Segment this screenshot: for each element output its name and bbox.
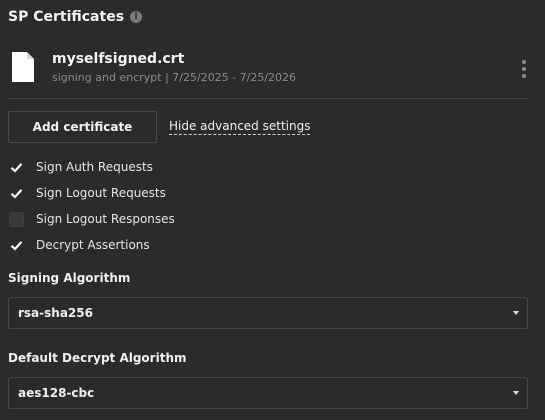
decrypt-algorithm-value: aes128-cbc — [18, 386, 95, 400]
checkbox-checked[interactable] — [9, 160, 24, 175]
checkbox-checked[interactable] — [9, 186, 24, 201]
chevron-down-icon — [513, 311, 519, 315]
option-label: Decrypt Assertions — [36, 238, 150, 252]
certificate-row: myselfsigned.crt signing and encrypt | 7… — [8, 44, 528, 94]
option-label: Sign Auth Requests — [36, 160, 153, 174]
meta-separator: | — [165, 71, 169, 84]
check-icon — [10, 240, 23, 251]
option-sign-logout-responses[interactable]: Sign Logout Responses — [9, 211, 175, 227]
divider — [8, 98, 528, 99]
certificate-validity: 7/25/2025 - 7/25/2026 — [172, 71, 297, 84]
checkbox-unchecked[interactable] — [9, 211, 24, 227]
hide-advanced-settings-link[interactable]: Hide advanced settings — [169, 119, 311, 135]
option-label: Sign Logout Requests — [36, 186, 166, 200]
option-sign-logout-requests[interactable]: Sign Logout Requests — [9, 185, 166, 201]
checkbox-checked[interactable] — [9, 238, 24, 253]
signing-algorithm-label: Signing Algorithm — [8, 271, 131, 285]
check-icon — [10, 162, 23, 173]
option-decrypt-assertions[interactable]: Decrypt Assertions — [9, 237, 150, 253]
certificate-meta: signing and encrypt | 7/25/2025 - 7/25/2… — [52, 71, 296, 84]
certificate-usage: signing and encrypt — [52, 71, 162, 84]
option-sign-auth-requests[interactable]: Sign Auth Requests — [9, 159, 153, 175]
decrypt-algorithm-select[interactable]: aes128-cbc — [8, 377, 528, 409]
signing-algorithm-select[interactable]: rsa-sha256 — [8, 297, 528, 329]
section-title: SP Certificates — [8, 9, 125, 25]
chevron-down-icon — [513, 391, 519, 395]
sp-certificates-panel: SP Certificates i myselfsigned.crt signi… — [0, 0, 545, 420]
signing-algorithm-value: rsa-sha256 — [18, 306, 93, 320]
add-certificate-button[interactable]: Add certificate — [8, 111, 157, 143]
option-label: Sign Logout Responses — [36, 212, 175, 226]
kebab-menu-icon[interactable] — [520, 60, 528, 78]
file-icon — [12, 52, 34, 82]
info-icon[interactable]: i — [130, 11, 143, 23]
certificate-name: myselfsigned.crt — [52, 51, 185, 67]
section-header: SP Certificates i — [8, 9, 143, 25]
decrypt-algorithm-label: Default Decrypt Algorithm — [8, 351, 187, 365]
check-icon — [10, 188, 23, 199]
